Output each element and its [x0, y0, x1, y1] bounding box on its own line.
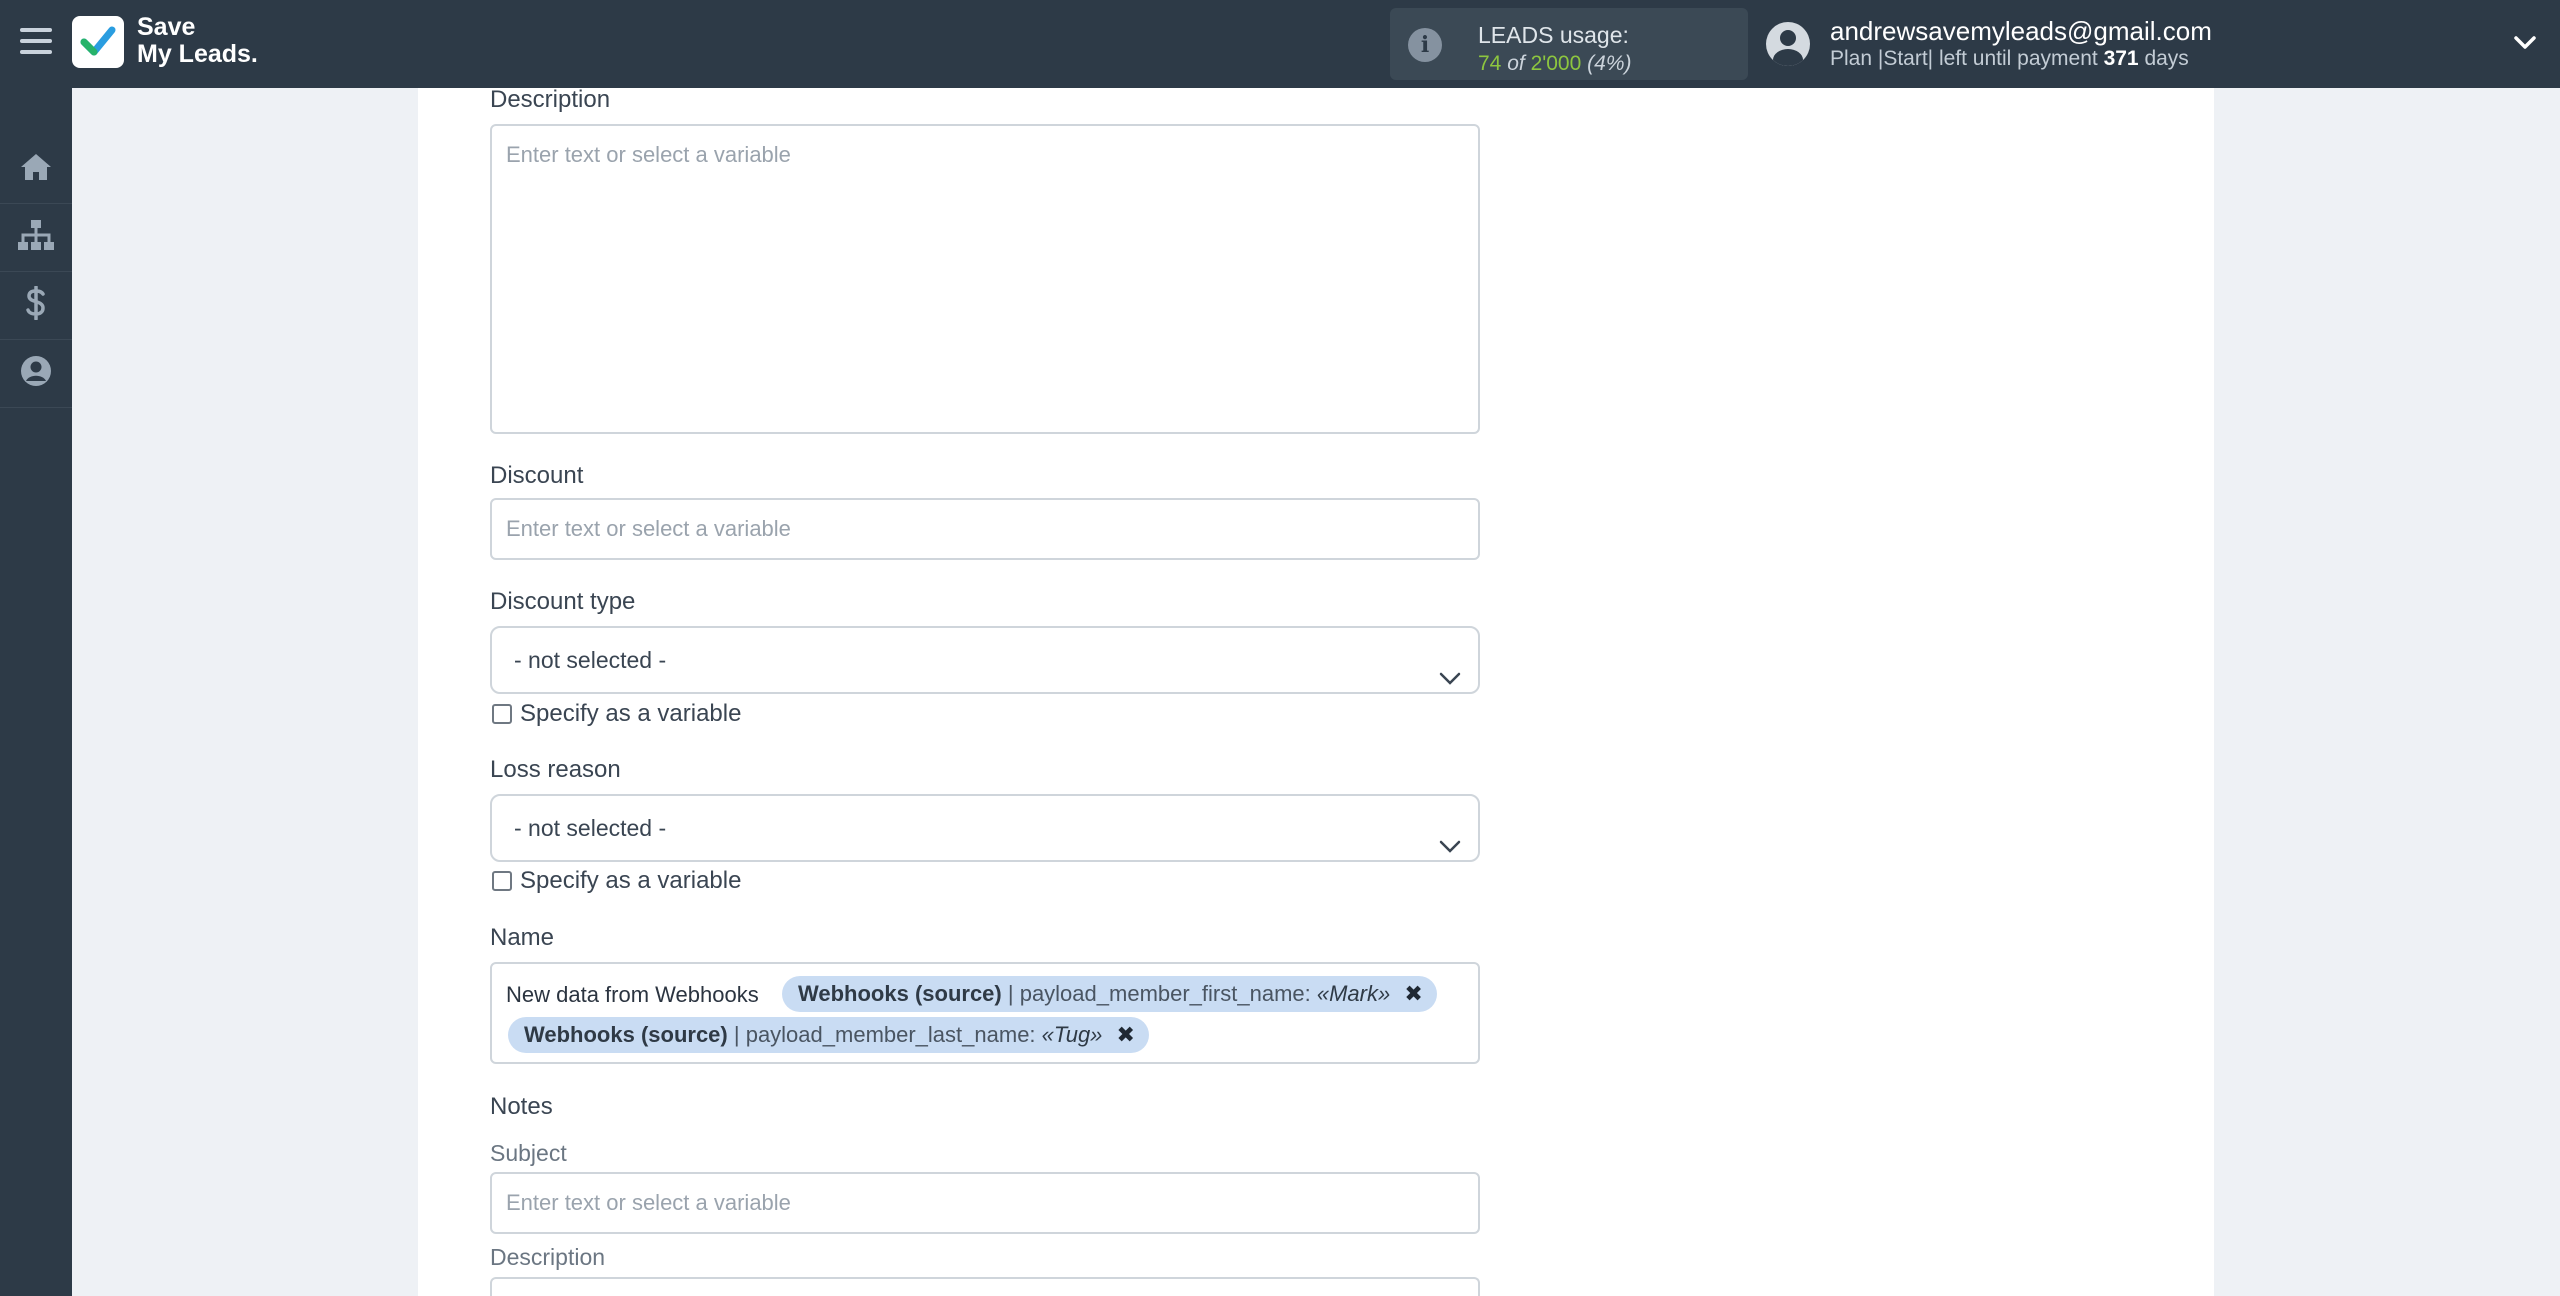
checkbox[interactable] — [492, 871, 512, 891]
variable-tag[interactable]: Webhooks (source) | payload_member_first… — [782, 976, 1437, 1012]
chevron-down-icon — [1438, 818, 1462, 853]
leads-of: of — [1507, 52, 1525, 75]
notes-subject-placeholder: Enter text or select a variable — [506, 1190, 791, 1215]
plan-info: Plan |Start| left until payment 371 days — [1830, 47, 2189, 71]
tag-value: «Tug» — [1041, 1022, 1103, 1047]
loss-reason-value: - not selected - — [514, 815, 667, 841]
plan-days: 371 — [2103, 47, 2139, 70]
close-icon[interactable]: ✖ — [1404, 976, 1422, 1012]
top-bar: Save My Leads. i LEADS usage: 74 of 2'00… — [0, 0, 2560, 88]
leads-total: 2'000 — [1530, 52, 1582, 75]
notes-description-textarea[interactable] — [490, 1277, 1480, 1296]
loss-reason-select[interactable]: - not selected - — [490, 794, 1480, 862]
discount-input[interactable]: Enter text or select a variable — [490, 498, 1480, 560]
notes-label: Notes — [490, 1093, 553, 1120]
chevron-down-icon[interactable] — [2512, 30, 2538, 56]
sitemap-icon — [17, 219, 55, 256]
discount-type-value: - not selected - — [514, 647, 667, 673]
name-label: Name — [490, 924, 555, 951]
sidebar-item-billing[interactable] — [0, 272, 72, 340]
chevron-down-icon — [1438, 650, 1462, 685]
discount-label: Discount — [490, 462, 584, 489]
loss-reason-variable-checkbox[interactable]: Specify as a variable — [492, 867, 741, 895]
checkbox-label: Specify as a variable — [520, 700, 742, 727]
leads-percent: (4%) — [1587, 52, 1632, 75]
hamburger-menu-icon[interactable] — [20, 28, 52, 58]
plan-prefix: Plan |Start| left until payment — [1830, 47, 2098, 70]
sidebar-item-home[interactable] — [0, 136, 72, 204]
loss-reason-label: Loss reason — [490, 756, 621, 783]
discount-placeholder: Enter text or select a variable — [506, 516, 791, 541]
tag-source: Webhooks (source) — [524, 1022, 728, 1047]
logo-text[interactable]: Save My Leads. — [137, 14, 258, 68]
tag-value: «Mark» — [1316, 981, 1391, 1006]
info-icon[interactable]: i — [1408, 28, 1442, 62]
checkbox-label: Specify as a variable — [520, 867, 742, 894]
description-textarea[interactable]: Enter text or select a variable — [490, 124, 1480, 434]
dollar-icon — [24, 285, 48, 325]
plan-days-suffix: days — [2144, 47, 2189, 70]
tag-source: Webhooks (source) — [798, 981, 1002, 1006]
name-field[interactable]: New data from Webhooks Webhooks (source)… — [490, 962, 1480, 1064]
brand-line-2: My Leads. — [137, 40, 258, 68]
notes-description-label: Description — [490, 1244, 606, 1270]
notes-subject-label: Subject — [490, 1140, 567, 1166]
avatar[interactable] — [1766, 22, 1810, 66]
name-static-text: New data from Webhooks — [506, 982, 759, 1007]
discount-type-variable-checkbox[interactable]: Specify as a variable — [492, 700, 741, 728]
leads-usage-value: 74 of 2'000 (4%) — [1478, 52, 1631, 76]
sidebar-item-profile[interactable] — [0, 340, 72, 408]
account-email[interactable]: andrewsavemyleads@gmail.com — [1830, 16, 2212, 47]
checkbox[interactable] — [492, 704, 512, 724]
close-icon[interactable]: ✖ — [1117, 1017, 1135, 1053]
brand-line-1: Save — [137, 13, 196, 41]
sidebar — [0, 88, 72, 1296]
discount-type-select[interactable]: - not selected - — [490, 626, 1480, 694]
tag-field: | payload_member_first_name: — [1007, 981, 1311, 1006]
user-circle-icon — [20, 355, 52, 392]
variable-tag[interactable]: Webhooks (source) | payload_member_last_… — [508, 1017, 1149, 1053]
tag-field: | payload_member_last_name: — [733, 1022, 1036, 1047]
notes-subject-input[interactable]: Enter text or select a variable — [490, 1172, 1480, 1234]
discount-type-label: Discount type — [490, 588, 636, 615]
sidebar-item-connections[interactable] — [0, 204, 72, 272]
logo-icon[interactable] — [72, 16, 124, 68]
leads-usage-title: LEADS usage: — [1478, 22, 1629, 48]
description-placeholder: Enter text or select a variable — [506, 142, 791, 167]
home-icon — [19, 152, 53, 187]
leads-used: 74 — [1478, 52, 1502, 75]
leads-usage-panel: i LEADS usage: 74 of 2'000 (4%) — [1390, 8, 1748, 80]
description-label: Description — [490, 86, 611, 113]
